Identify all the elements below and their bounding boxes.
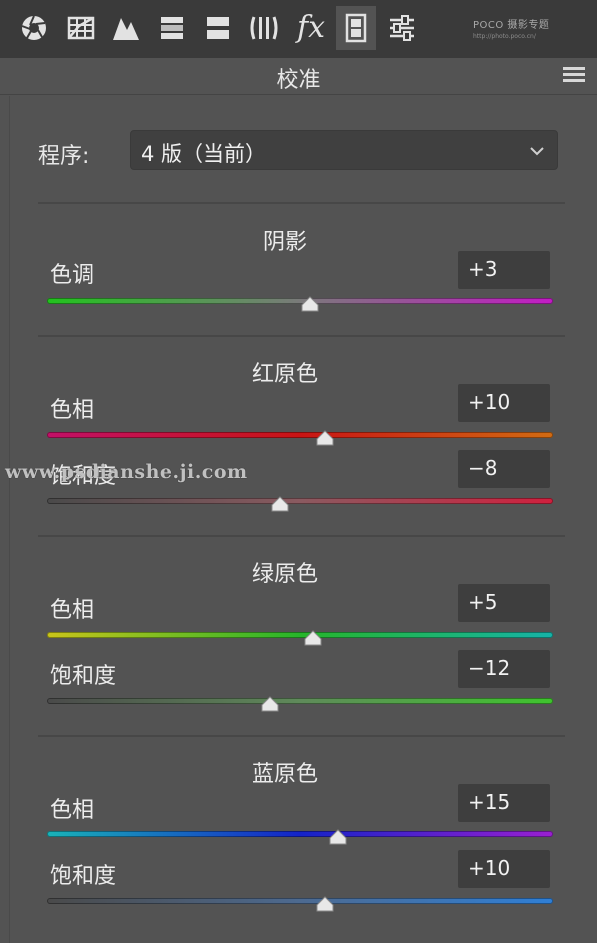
green-saturation-value[interactable]: −12 — [458, 650, 550, 688]
blue-saturation-thumb[interactable] — [315, 896, 335, 912]
blue-saturation-value[interactable]: +10 — [458, 850, 550, 888]
red-saturation-track[interactable] — [47, 498, 553, 504]
process-label: 程序: — [38, 144, 90, 169]
divider — [38, 202, 565, 204]
green-saturation-thumb[interactable] — [260, 696, 280, 712]
divider — [38, 735, 565, 737]
red-saturation-value[interactable]: −8 — [458, 450, 550, 488]
panel-toolbar: fx POCO 摄影专题 http://photo.poco.cn/ — [0, 0, 597, 58]
blue-saturation-label: 饱和度 — [50, 864, 117, 889]
green-saturation-track[interactable] — [47, 698, 553, 704]
poco-watermark-logo: POCO 摄影专题 http://photo.poco.cn/ — [473, 20, 550, 40]
lens-corrections-icon[interactable] — [244, 6, 284, 50]
detail-triangle-icon[interactable] — [105, 6, 145, 50]
split-toning-icon[interactable] — [198, 6, 238, 50]
presets-sliders-icon[interactable] — [382, 6, 422, 50]
red-hue-value[interactable]: +10 — [458, 384, 550, 422]
blue-hue-track[interactable] — [47, 831, 553, 837]
basic-aperture-icon[interactable] — [14, 6, 54, 50]
divider — [38, 535, 565, 537]
green-saturation-label: 饱和度 — [50, 664, 117, 689]
shadows-tint-thumb[interactable] — [300, 296, 320, 312]
fx-effects-icon[interactable]: fx — [291, 6, 331, 50]
panel-header: 校准 — [0, 58, 597, 95]
red-hue-thumb[interactable] — [315, 430, 335, 446]
chevron-down-icon — [530, 147, 544, 156]
process-version-value: 4 版（当前） — [141, 142, 267, 166]
camera-calibration-filmstrip-icon[interactable] — [336, 6, 376, 50]
red-saturation-thumb[interactable] — [270, 496, 290, 512]
process-version-select[interactable]: 4 版（当前） — [130, 130, 558, 170]
divider — [38, 335, 565, 337]
shadows-tint-label: 色调 — [50, 263, 95, 288]
green-hue-value[interactable]: +5 — [458, 584, 550, 622]
site-watermark: www.psdianshe.ji.com — [5, 461, 248, 483]
blue-hue-value[interactable]: +15 — [458, 784, 550, 822]
tone-curve-grid-icon[interactable] — [61, 6, 101, 50]
hsl-bars-icon[interactable] — [152, 6, 192, 50]
panel-title: 校准 — [276, 68, 321, 93]
shadows-tint-value[interactable]: +3 — [458, 251, 550, 289]
panel-menu-icon[interactable] — [563, 67, 585, 85]
blue-hue-thumb[interactable] — [328, 829, 348, 845]
blue-saturation-track[interactable] — [47, 898, 553, 904]
blue-hue-label: 色相 — [50, 798, 95, 823]
green-hue-label: 色相 — [50, 598, 95, 623]
red-hue-label: 色相 — [50, 398, 95, 423]
green-hue-track[interactable] — [47, 632, 553, 638]
red-hue-track[interactable] — [47, 432, 553, 438]
green-hue-thumb[interactable] — [303, 630, 323, 646]
